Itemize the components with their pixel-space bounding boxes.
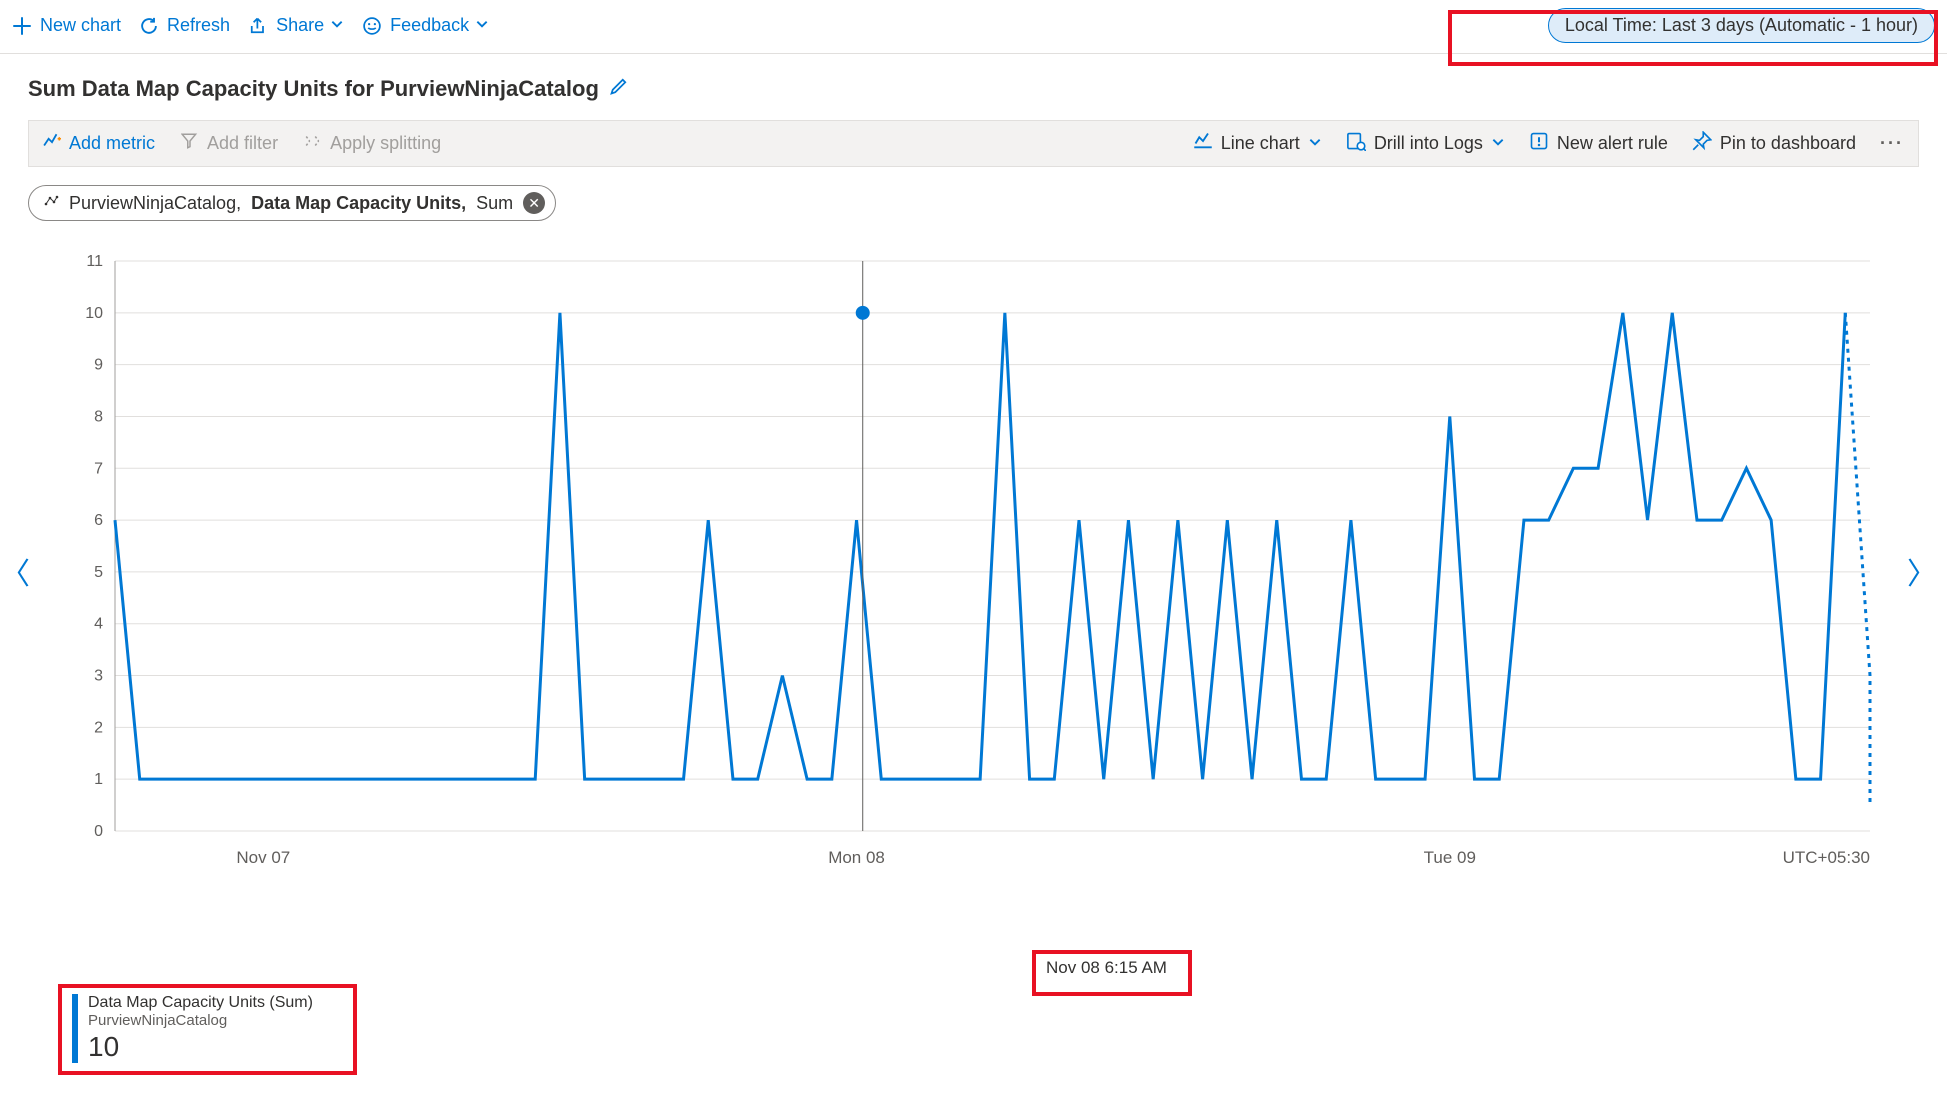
chart-title-row: Sum Data Map Capacity Units for PurviewN… [0, 54, 1947, 102]
svg-text:Tue 09: Tue 09 [1424, 848, 1476, 867]
chip-agg: Sum [476, 193, 513, 214]
chevron-down-icon [330, 15, 344, 36]
svg-text:0: 0 [94, 823, 103, 840]
hover-timestamp: Nov 08 6:15 AM [1032, 950, 1192, 996]
hover-timestamp-text: Nov 08 6:15 AM [1046, 958, 1167, 977]
new-alert-button[interactable]: New alert rule [1529, 131, 1668, 156]
chart-action-bar: Add metric Add filter Apply splitting Li… [28, 120, 1919, 167]
alert-icon [1529, 131, 1549, 156]
chart-area: 〈 〉 01234567891011Nov 07Mon 08Tue 09UTC+… [20, 251, 1917, 891]
share-label: Share [276, 15, 324, 36]
metric-icon [43, 132, 61, 155]
drill-logs-label: Drill into Logs [1374, 133, 1483, 154]
pencil-icon [609, 76, 629, 96]
share-button[interactable]: Share [248, 15, 344, 36]
chip-remove-button[interactable]: ✕ [523, 192, 545, 214]
edit-title-button[interactable] [609, 76, 629, 102]
chevron-down-icon [1308, 133, 1322, 154]
legend-metric-name: Data Map Capacity Units (Sum) [88, 994, 313, 1012]
refresh-label: Refresh [167, 15, 230, 36]
svg-text:3: 3 [94, 668, 103, 685]
chart-type-button[interactable]: Line chart [1193, 131, 1322, 156]
svg-text:2: 2 [94, 719, 103, 736]
drill-logs-button[interactable]: Drill into Logs [1346, 131, 1505, 156]
svg-text:11: 11 [86, 253, 103, 270]
svg-text:7: 7 [94, 460, 103, 477]
smile-icon [362, 16, 382, 36]
time-range-pill[interactable]: Local Time: Last 3 days (Automatic - 1 h… [1548, 8, 1935, 43]
chip-metric: Data Map Capacity Units, [251, 193, 466, 214]
plus-icon [12, 16, 32, 36]
share-icon [248, 16, 268, 36]
legend-card[interactable]: Data Map Capacity Units (Sum) PurviewNin… [58, 984, 357, 1075]
chart-type-label: Line chart [1221, 133, 1300, 154]
pin-label: Pin to dashboard [1720, 133, 1856, 154]
svg-text:6: 6 [94, 512, 103, 529]
svg-text:UTC+05:30: UTC+05:30 [1783, 848, 1870, 867]
chart-title: Sum Data Map Capacity Units for PurviewN… [28, 76, 599, 102]
chart-next-button[interactable]: 〉 [1907, 549, 1937, 593]
refresh-button[interactable]: Refresh [139, 15, 230, 36]
line-chart-icon [1193, 131, 1213, 156]
pin-icon [1692, 131, 1712, 156]
metric-chip[interactable]: PurviewNinjaCatalog, Data Map Capacity U… [28, 185, 556, 221]
logs-icon [1346, 131, 1366, 156]
top-toolbar: New chart Refresh Share Feedback Local T… [0, 0, 1947, 54]
line-chart[interactable]: 0 1 2 3 4 5 6 7 8 9 10 11 Nov 07 Mon 08 Tue 09 UTC+05:3… [20, 251, 1910, 891]
new-alert-label: New alert rule [1557, 133, 1668, 154]
svg-text:10: 10 [85, 305, 103, 322]
filter-icon [181, 132, 199, 155]
svg-text:8: 8 [94, 408, 103, 425]
feedback-label: Feedback [390, 15, 469, 36]
add-filter-button: Add filter [181, 132, 278, 155]
add-metric-label: Add metric [69, 133, 155, 154]
new-chart-button[interactable]: New chart [12, 15, 121, 36]
chart-prev-button[interactable]: 〈 [0, 549, 30, 593]
svg-text:Mon 08: Mon 08 [828, 848, 885, 867]
add-metric-button[interactable]: Add metric [43, 132, 155, 155]
add-filter-label: Add filter [207, 133, 278, 154]
svg-text:5: 5 [94, 564, 103, 581]
svg-text:Nov 07: Nov 07 [236, 848, 290, 867]
feedback-button[interactable]: Feedback [362, 15, 489, 36]
chevron-down-icon [1491, 133, 1505, 154]
svg-text:9: 9 [94, 357, 103, 374]
new-chart-label: New chart [40, 15, 121, 36]
metric-chip-icon [43, 193, 59, 214]
pin-dashboard-button[interactable]: Pin to dashboard [1692, 131, 1856, 156]
legend-color-bar [72, 994, 78, 1063]
apply-splitting-label: Apply splitting [330, 133, 441, 154]
legend-resource-name: PurviewNinjaCatalog [88, 1012, 313, 1029]
svg-text:1: 1 [94, 771, 103, 788]
refresh-icon [139, 16, 159, 36]
chevron-down-icon [475, 15, 489, 36]
split-icon [304, 132, 322, 155]
legend-value: 10 [88, 1031, 313, 1063]
apply-splitting-button: Apply splitting [304, 132, 441, 155]
chip-resource: PurviewNinjaCatalog, [69, 193, 241, 214]
svg-text:4: 4 [94, 616, 103, 633]
more-button[interactable]: ··· [1880, 133, 1904, 154]
